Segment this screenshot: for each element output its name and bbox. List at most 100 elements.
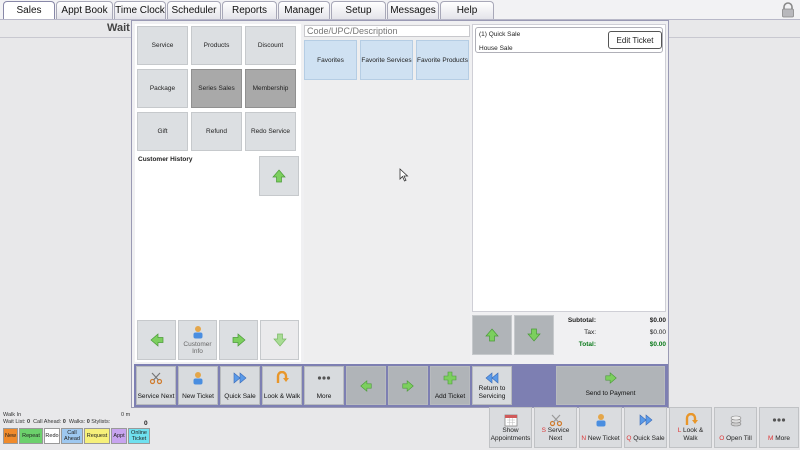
history-right-button[interactable] bbox=[219, 320, 258, 360]
status-redo-button[interactable]: Redo bbox=[44, 428, 60, 444]
ticket-prev-button[interactable] bbox=[346, 366, 386, 405]
open-till-button[interactable]: O Open Till bbox=[714, 407, 757, 448]
arrow-right-icon bbox=[232, 333, 246, 347]
person-icon bbox=[193, 372, 203, 385]
history-scroll-down-button[interactable] bbox=[260, 320, 299, 360]
ticket-next-button[interactable] bbox=[388, 366, 428, 405]
footer-quick-sale-label: Quick Sale bbox=[633, 435, 665, 442]
new-ticket-button[interactable]: New Ticket bbox=[178, 366, 218, 405]
person-icon bbox=[193, 326, 202, 339]
code-upc-search-input[interactable] bbox=[304, 25, 470, 37]
fast-forward-icon bbox=[639, 414, 652, 426]
total-label: Total: bbox=[578, 341, 596, 348]
action-bar: Service Next New Ticket Quick Sale Look … bbox=[134, 364, 668, 407]
status-appt-button[interactable]: Appt bbox=[111, 428, 127, 444]
arrow-down-icon bbox=[272, 333, 287, 347]
more-label: More bbox=[316, 393, 332, 400]
products-button[interactable]: Products bbox=[191, 26, 242, 65]
quick-sale-label: Quick Sale bbox=[224, 393, 256, 400]
footer-look-walk-button[interactable]: L Look & Walk bbox=[669, 407, 712, 448]
wait-minutes: 0 m bbox=[121, 412, 131, 418]
return-to-servicing-button[interactable]: Return to Servicing bbox=[472, 366, 512, 405]
footer-quick-sale-button[interactable]: Q Quick Sale bbox=[624, 407, 667, 448]
coins-stack-icon bbox=[730, 415, 741, 427]
lock-icon[interactable] bbox=[780, 2, 796, 18]
tab-messages[interactable]: Messages bbox=[387, 1, 439, 19]
footer-service-next-label: Service Next bbox=[547, 427, 570, 442]
scissors-icon bbox=[549, 414, 562, 427]
favorite-services-button[interactable]: Favorite Services bbox=[360, 40, 413, 80]
subtotal-label: Subtotal: bbox=[567, 317, 596, 324]
membership-button[interactable]: Membership bbox=[245, 69, 296, 108]
status-repeat-button[interactable]: Repeat bbox=[19, 428, 43, 444]
footer-new-ticket-button[interactable]: N New Ticket bbox=[579, 407, 622, 448]
ticket-scroll-up-button[interactable] bbox=[472, 315, 512, 355]
arrow-right-icon bbox=[604, 372, 617, 384]
tab-sales[interactable]: Sales bbox=[3, 1, 55, 19]
item-search-panel: Favorites Favorite Services Favorite Pro… bbox=[304, 24, 470, 362]
total-value: $0.00 bbox=[649, 341, 666, 348]
open-till-label: Open Till bbox=[726, 435, 752, 442]
edit-ticket-button[interactable]: Edit Ticket bbox=[608, 31, 662, 49]
package-button[interactable]: Package bbox=[137, 69, 188, 108]
wait-list-heading: Wait bbox=[107, 22, 130, 34]
add-ticket-button[interactable]: Add Ticket bbox=[430, 366, 470, 405]
arrow-left-icon bbox=[149, 333, 163, 347]
wait-list-count: 0 bbox=[26, 419, 31, 425]
quick-sale-button[interactable]: Quick Sale bbox=[220, 366, 260, 405]
ticket-customer: House Sale bbox=[479, 45, 513, 52]
look-walk-button[interactable]: Look & Walk bbox=[262, 366, 302, 405]
tab-time-clock[interactable]: Time Clock bbox=[114, 1, 166, 19]
walks-label: Walks: bbox=[68, 419, 86, 425]
footer-service-next-button[interactable]: S Service Next bbox=[534, 407, 577, 448]
service-button[interactable]: Service bbox=[137, 26, 188, 65]
quick-sale-shortcut: Q bbox=[626, 435, 632, 442]
favorites-button[interactable]: Favorites bbox=[304, 40, 357, 80]
tab-scheduler[interactable]: Scheduler bbox=[167, 1, 221, 19]
tab-reports[interactable]: Reports bbox=[222, 1, 277, 19]
main-tab-bar: Sales Appt Book Time Clock Scheduler Rep… bbox=[0, 0, 800, 20]
footer-more-button[interactable]: M More bbox=[759, 407, 799, 448]
ticket-card[interactable]: (1) Quick Sale House Sale Edit Ticket bbox=[475, 27, 663, 53]
service-next-label: Service Next bbox=[137, 393, 175, 400]
walks-count: 0 bbox=[86, 419, 90, 425]
ticket-title: (1) Quick Sale bbox=[479, 31, 521, 38]
discount-button[interactable]: Discount bbox=[245, 26, 296, 65]
walk-in-counts: Wait List: 0 Call Ahead: 0 Walks: 0 Styl… bbox=[3, 419, 110, 426]
look-walk-shortcut: L bbox=[677, 427, 682, 434]
status-request-button[interactable]: Request bbox=[84, 428, 110, 444]
status-online-ticket-button[interactable]: Online Ticket bbox=[128, 428, 150, 444]
status-new-button[interactable]: New bbox=[3, 428, 18, 444]
favorite-products-button[interactable]: Favorite Products bbox=[416, 40, 469, 80]
customer-info-button[interactable]: Customer Info bbox=[178, 320, 217, 360]
gift-button[interactable]: Gift bbox=[137, 112, 188, 151]
history-left-button[interactable] bbox=[137, 320, 176, 360]
category-panel: Service Products Discount Package Series… bbox=[135, 24, 301, 362]
rewind-icon bbox=[485, 372, 499, 384]
arrow-left-icon bbox=[360, 380, 372, 392]
new-ticket-label: New Ticket bbox=[182, 393, 214, 400]
status-call-ahead-button[interactable]: Call Ahead bbox=[61, 428, 83, 444]
fast-forward-icon bbox=[233, 372, 247, 384]
more-button[interactable]: More bbox=[304, 366, 344, 405]
tab-manager[interactable]: Manager bbox=[278, 1, 330, 19]
refund-button[interactable]: Refund bbox=[191, 112, 242, 151]
subtotal-value: $0.00 bbox=[649, 317, 666, 324]
tab-help[interactable]: Help bbox=[440, 1, 494, 19]
show-appointments-label: Show Appointments bbox=[490, 427, 531, 442]
series-sales-button[interactable]: Series Sales bbox=[191, 69, 242, 108]
service-next-button[interactable]: Service Next bbox=[136, 366, 176, 405]
history-scroll-up-button[interactable] bbox=[259, 156, 299, 196]
look-walk-label: Look & Walk bbox=[263, 393, 301, 400]
tab-appt-book[interactable]: Appt Book bbox=[56, 1, 113, 19]
show-appointments-button[interactable]: Show Appointments bbox=[489, 407, 532, 448]
stylist-count: 0 bbox=[144, 420, 148, 427]
tab-setup[interactable]: Setup bbox=[331, 1, 386, 19]
person-icon bbox=[596, 414, 605, 427]
sales-modal: Service Products Discount Package Series… bbox=[131, 20, 669, 408]
service-next-shortcut: S bbox=[541, 427, 546, 434]
send-to-payment-button[interactable]: Send to Payment bbox=[556, 366, 665, 405]
redo-service-button[interactable]: Redo Service bbox=[245, 112, 296, 151]
tax-label: Tax: bbox=[584, 329, 596, 336]
ticket-panel: (1) Quick Sale House Sale Edit Ticket bbox=[472, 24, 666, 312]
